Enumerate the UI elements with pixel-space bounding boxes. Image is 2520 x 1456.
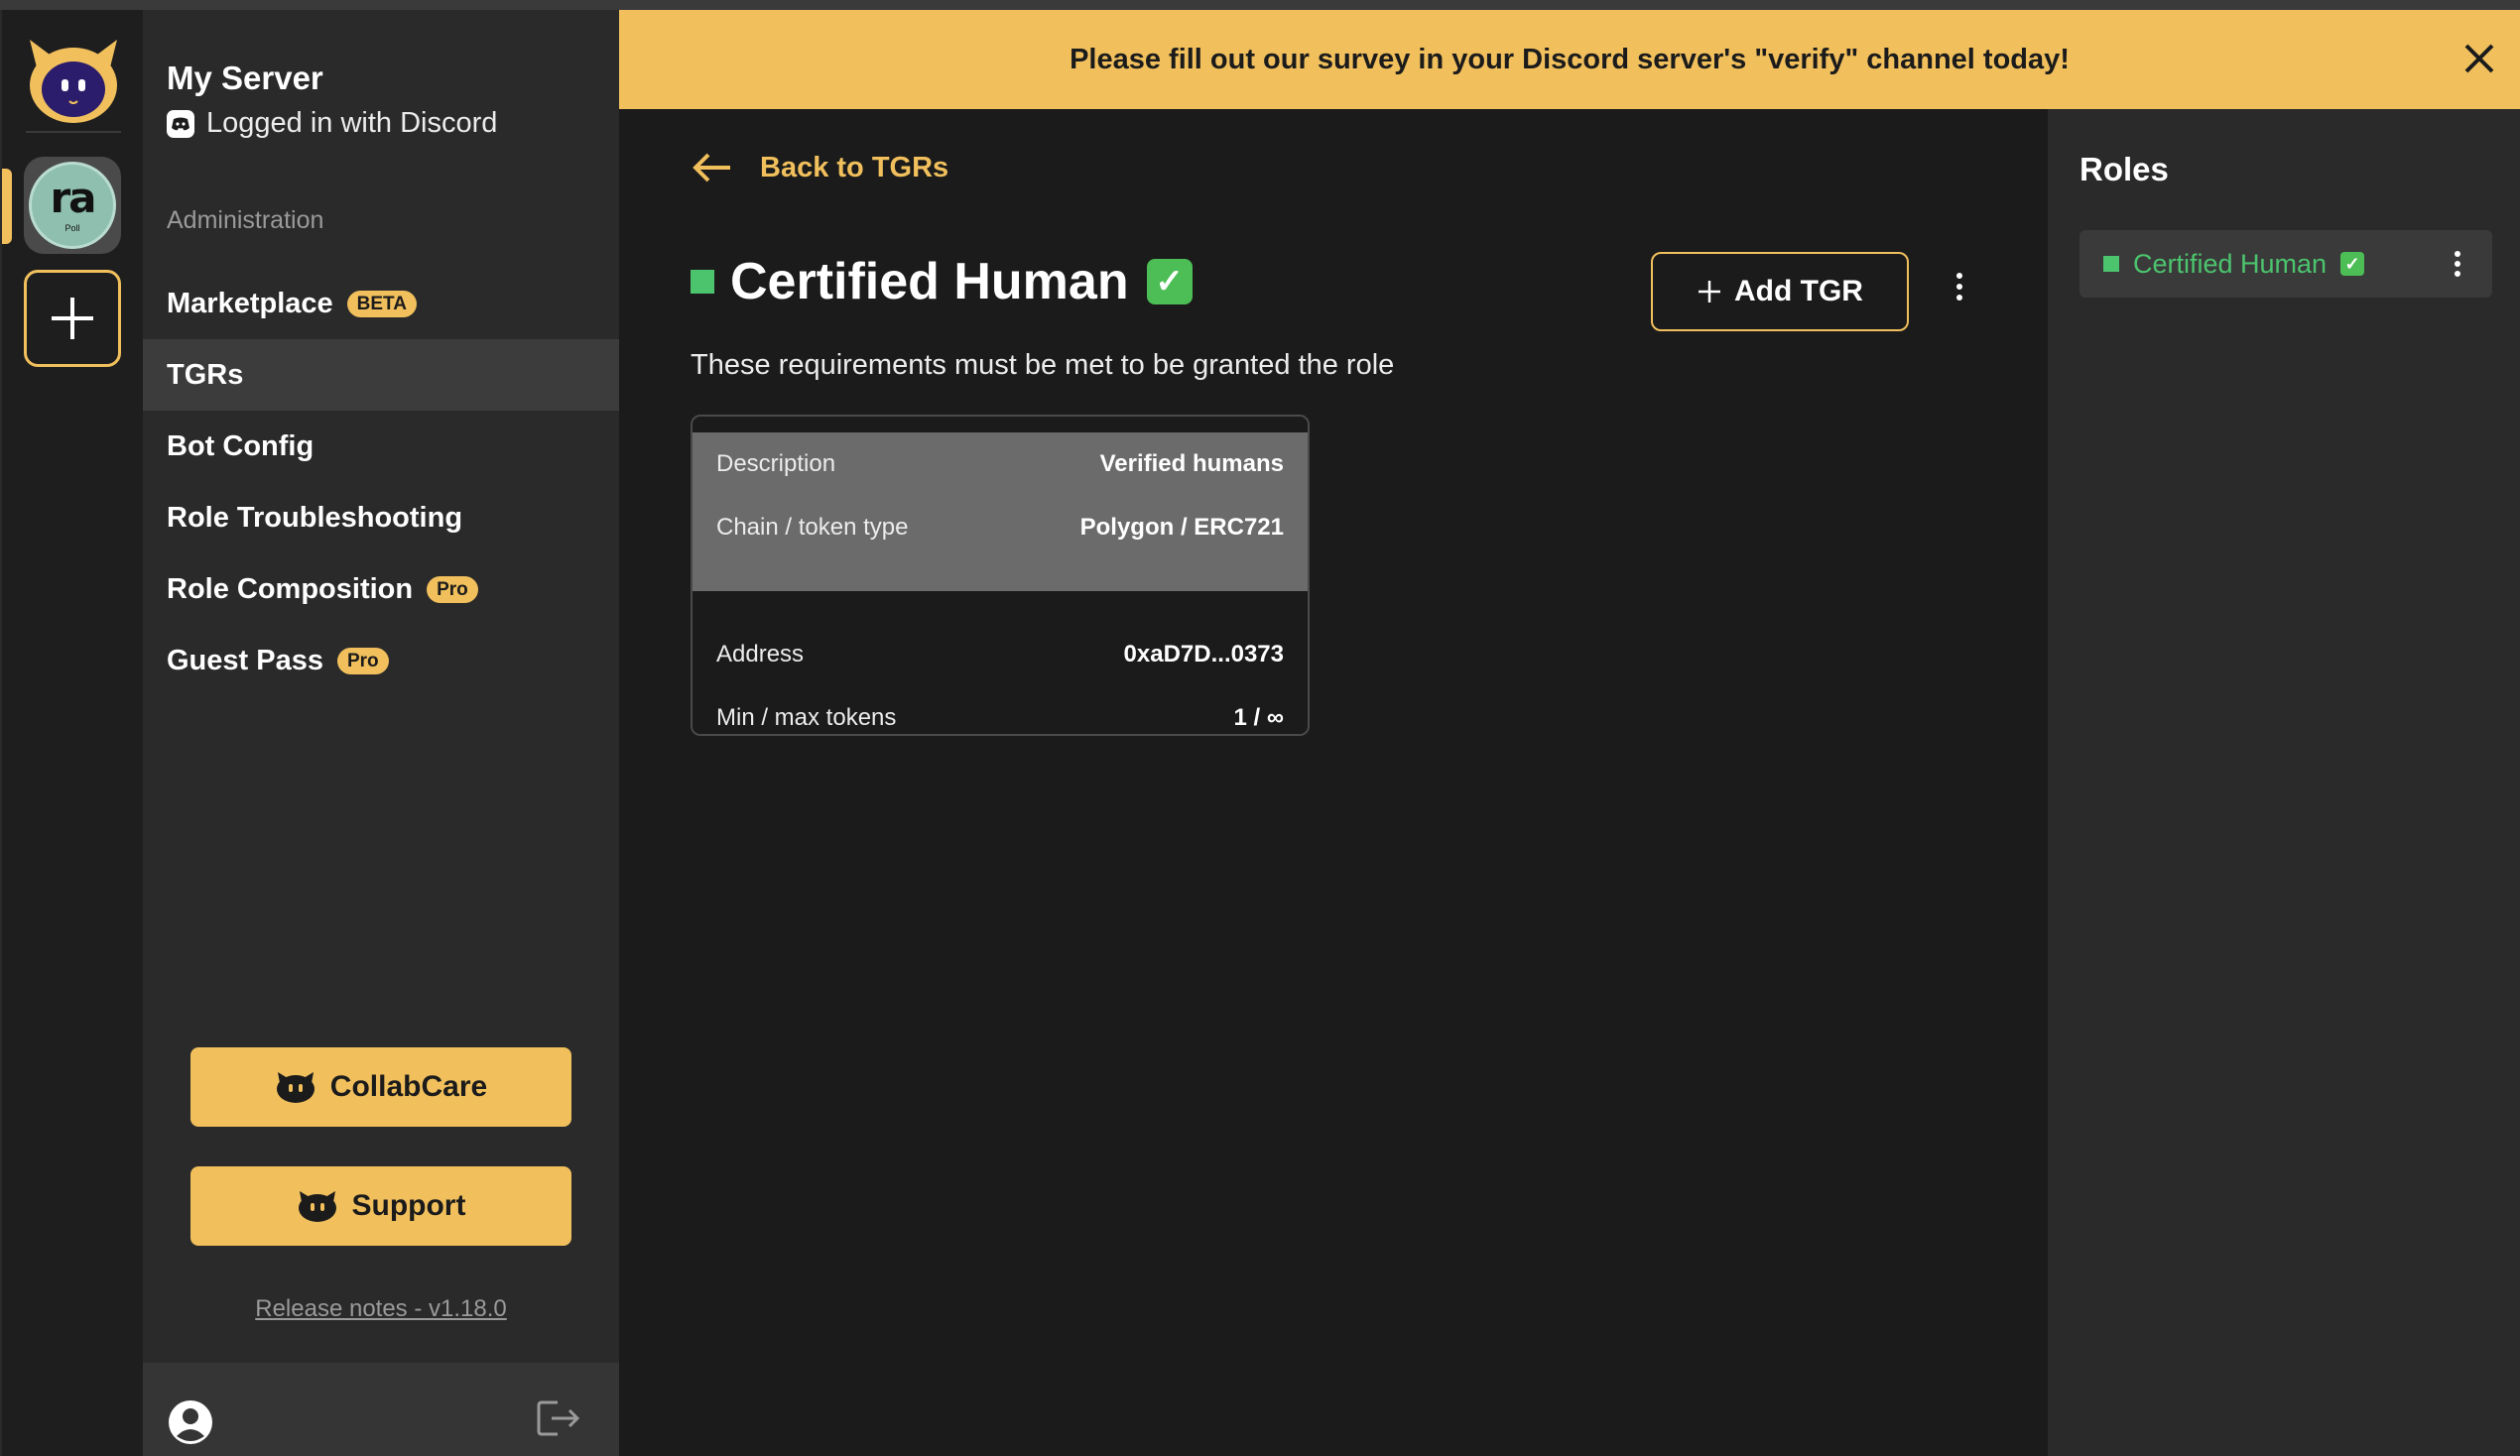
role-list-item[interactable]: Certified Human ✓ (2079, 230, 2492, 298)
sidebar-item-role-composition[interactable]: Role Composition Pro (143, 553, 619, 625)
card-row-address: Address 0xaD7D...0373 (716, 623, 1284, 686)
banner-text: Please fill out our survey in your Disco… (1070, 43, 2070, 75)
sidebar-item-role-troubleshooting[interactable]: Role Troubleshooting (143, 482, 619, 553)
card-value: Polygon / ERC721 (1079, 514, 1284, 541)
cat-icon (276, 1072, 315, 1103)
page-title: Certified Human (730, 253, 1129, 310)
back-label: Back to TGRs (760, 151, 949, 183)
server-icon-my-server[interactable]: ra Poll (24, 157, 121, 254)
card-row-description: Description Verified humans (716, 432, 1284, 496)
pro-badge: Pro (336, 647, 389, 674)
role-name: Certified Human (2133, 248, 2328, 279)
cat-icon (298, 1191, 336, 1222)
rail-divider (26, 131, 121, 133)
tgr-card[interactable]: Description Verified humans Chain / toke… (691, 415, 1310, 736)
collabcare-label: CollabCare (329, 1070, 488, 1103)
more-options-icon[interactable] (2453, 250, 2462, 283)
login-status: Logged in with Discord (167, 107, 497, 140)
server-subtext: Poll (64, 223, 80, 233)
sidebar-item-label: Bot Config (167, 429, 315, 462)
support-label: Support (351, 1189, 466, 1222)
survey-banner: Please fill out our survey in your Disco… (619, 10, 2520, 109)
user-account-icon[interactable] (167, 1398, 214, 1451)
plus-icon (1699, 281, 1720, 303)
sidebar-item-label: Guest Pass (167, 644, 323, 676)
role-color-swatch (691, 270, 714, 294)
main-content: Back to TGRs Certified Human ✓ Add TGR T… (619, 109, 2048, 1456)
sidebar-item-guest-pass[interactable]: Guest Pass Pro (143, 625, 619, 696)
roles-panel: Roles Certified Human ✓ (2048, 109, 2520, 1456)
beta-badge: BETA (346, 290, 417, 317)
card-label: Chain / token type (716, 514, 909, 541)
back-to-tgrs-link[interactable]: Back to TGRs (691, 151, 948, 184)
collabcare-button[interactable]: CollabCare (190, 1047, 571, 1127)
sidebar-item-label: TGRs (167, 358, 244, 391)
tgr-card-header: Description Verified humans Chain / toke… (693, 432, 1308, 591)
close-icon[interactable] (2462, 42, 2496, 80)
app-logo-icon[interactable] (24, 32, 123, 127)
tgr-card-body: Address 0xaD7D...0373 Min / max tokens 1… (693, 623, 1308, 734)
card-row-chain: Chain / token type Polygon / ERC721 (716, 496, 1284, 559)
server-name: My Server (167, 60, 323, 96)
arrow-left-icon (693, 153, 730, 182)
more-options-icon[interactable] (1954, 272, 1964, 306)
sidebar-item-bot-config[interactable]: Bot Config (143, 411, 619, 482)
card-label: Address (716, 641, 805, 667)
card-value: 0xaD7D...0373 (1123, 641, 1284, 667)
sidebar-nav: Marketplace BETA TGRs Bot Config Role Tr… (143, 268, 619, 696)
release-notes-link[interactable]: Release notes - v1.18.0 (143, 1295, 619, 1323)
card-row-tokens: Min / max tokens 1 / ∞ (716, 686, 1284, 734)
card-value: 1 / ∞ (1233, 704, 1284, 731)
role-color-swatch (2103, 256, 2119, 272)
sidebar-item-label: Role Composition (167, 572, 414, 605)
check-mark-icon: ✓ (1146, 259, 1193, 304)
active-server-indicator (2, 169, 12, 244)
sidebar: My Server Logged in with Discord Adminis… (143, 10, 619, 1456)
server-rail: ra Poll (0, 10, 143, 1456)
role-header: Certified Human ✓ (691, 252, 1193, 311)
requirements-description: These requirements must be met to be gra… (691, 349, 1395, 381)
card-value: Verified humans (1099, 450, 1284, 477)
plus-icon (52, 298, 93, 339)
server-initials: ra (50, 174, 96, 222)
pro-badge: Pro (427, 575, 478, 603)
section-label-administration: Administration (167, 206, 324, 234)
roles-title: Roles (2079, 151, 2169, 187)
card-label: Min / max tokens (716, 704, 897, 731)
check-mark-icon: ✓ (2340, 252, 2365, 276)
support-button[interactable]: Support (190, 1166, 571, 1246)
login-text: Logged in with Discord (206, 107, 498, 139)
sidebar-item-marketplace[interactable]: Marketplace BETA (143, 268, 619, 339)
card-label: Description (716, 450, 836, 477)
discord-icon (167, 109, 194, 138)
sidebar-item-label: Marketplace (167, 287, 333, 319)
window-top-border (0, 0, 2520, 10)
sidebar-footer (143, 1363, 619, 1456)
add-server-button[interactable] (24, 270, 121, 367)
add-tgr-label: Add TGR (1734, 275, 1863, 307)
logout-icon[interactable] (536, 1398, 581, 1443)
sidebar-item-label: Role Troubleshooting (167, 501, 463, 534)
sidebar-item-tgrs[interactable]: TGRs (143, 339, 619, 411)
add-tgr-button[interactable]: Add TGR (1651, 252, 1909, 331)
